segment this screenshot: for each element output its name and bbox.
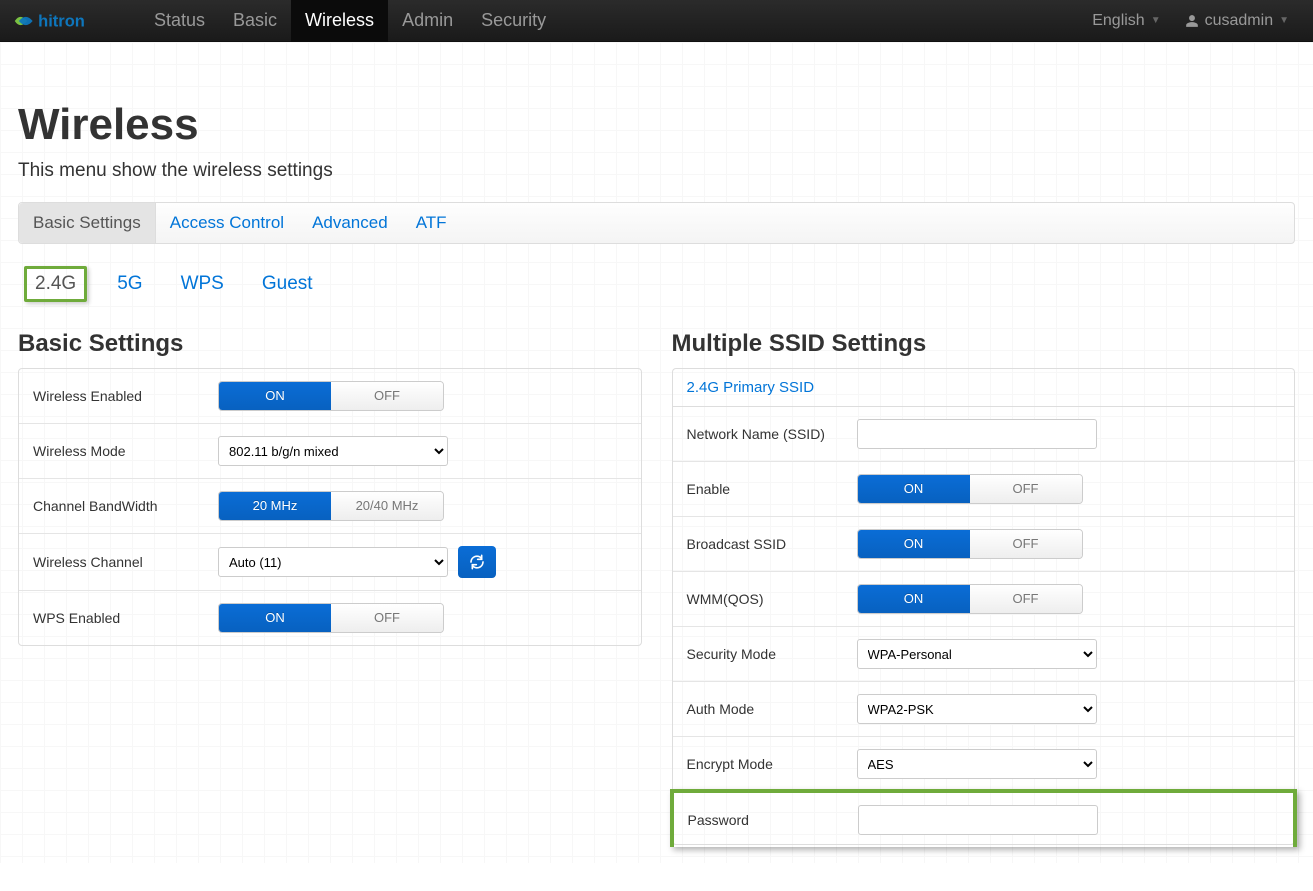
chevron-down-icon: ▼ [1151, 15, 1161, 26]
toggle-wireless-enabled[interactable]: ON OFF [218, 381, 444, 411]
toggle-wmm[interactable]: ON OFF [857, 584, 1083, 614]
row-wireless-enabled: Wireless Enabled ON OFF [19, 369, 641, 424]
toggle-on[interactable]: ON [219, 382, 331, 410]
user-label: cusadmin [1205, 12, 1273, 30]
opt-20mhz[interactable]: 20 MHz [219, 492, 331, 520]
label-wmm: WMM(QOS) [687, 591, 857, 607]
row-wmm: WMM(QOS) ON OFF [673, 572, 1295, 627]
row-enable: Enable ON OFF [673, 462, 1295, 517]
toggle-on[interactable]: ON [858, 585, 970, 613]
nav-wireless[interactable]: Wireless [291, 0, 388, 42]
ssid-settings-panel: Network Name (SSID) Enable ON OFF [672, 406, 1296, 845]
toggle-wps-enabled[interactable]: ON OFF [218, 603, 444, 633]
toggle-on[interactable]: ON [858, 475, 970, 503]
select-wireless-mode[interactable]: 802.11 b/g/n mixed [218, 436, 448, 466]
tab-wps[interactable]: WPS [173, 269, 232, 299]
page-subtitle: This menu show the wireless settings [18, 160, 1295, 182]
select-security-mode[interactable]: WPA-Personal [857, 639, 1097, 669]
label-wireless-channel: Wireless Channel [33, 554, 218, 570]
row-wireless-channel: Wireless Channel Auto (11) [19, 534, 641, 591]
tab-basic-settings[interactable]: Basic Settings [19, 203, 156, 243]
tab-5g[interactable]: 5G [109, 269, 150, 299]
toggle-enable[interactable]: ON OFF [857, 474, 1083, 504]
label-password: Password [688, 812, 858, 828]
toggle-off[interactable]: OFF [970, 530, 1082, 558]
basic-settings-panel: Wireless Enabled ON OFF Wireless Mode 80… [18, 368, 642, 646]
toggle-channel-bandwidth[interactable]: 20 MHz 20/40 MHz [218, 491, 444, 521]
nav-status[interactable]: Status [140, 0, 219, 42]
label-enable: Enable [687, 481, 857, 497]
label-wireless-mode: Wireless Mode [33, 443, 218, 459]
tab-guest[interactable]: Guest [254, 269, 321, 299]
tab-atf[interactable]: ATF [402, 203, 461, 243]
nav-items: Status Basic Wireless Admin Security [140, 0, 560, 42]
toggle-off[interactable]: OFF [970, 585, 1082, 613]
label-ssid: Network Name (SSID) [687, 426, 857, 442]
row-password: Password [670, 789, 1298, 847]
select-wireless-channel[interactable]: Auto (11) [218, 547, 448, 577]
row-wireless-mode: Wireless Mode 802.11 b/g/n mixed [19, 424, 641, 479]
ssid-settings-title: Multiple SSID Settings [672, 330, 1296, 358]
select-auth-mode[interactable]: WPA2-PSK [857, 694, 1097, 724]
row-encrypt-mode: Encrypt Mode AES [673, 737, 1295, 792]
nav-admin[interactable]: Admin [388, 0, 467, 42]
input-password[interactable] [858, 805, 1098, 835]
primary-ssid-link[interactable]: 2.4G Primary SSID [672, 368, 1296, 406]
label-auth-mode: Auth Mode [687, 701, 857, 717]
basic-settings-title: Basic Settings [18, 330, 642, 358]
label-encrypt-mode: Encrypt Mode [687, 756, 857, 772]
nav-security[interactable]: Security [467, 0, 560, 42]
user-icon [1185, 14, 1199, 28]
language-label: English [1092, 12, 1144, 30]
tabs-primary: Basic Settings Access Control Advanced A… [18, 202, 1295, 244]
tab-advanced[interactable]: Advanced [298, 203, 402, 243]
label-security-mode: Security Mode [687, 646, 857, 662]
toggle-off[interactable]: OFF [331, 382, 443, 410]
chevron-down-icon: ▼ [1279, 15, 1289, 26]
user-dropdown[interactable]: cusadmin ▼ [1173, 1, 1301, 41]
refresh-icon [469, 554, 485, 570]
toggle-broadcast[interactable]: ON OFF [857, 529, 1083, 559]
tabs-secondary: 2.4G 5G WPS Guest [18, 262, 1295, 306]
row-security-mode: Security Mode WPA-Personal [673, 627, 1295, 682]
row-channel-bandwidth: Channel BandWidth 20 MHz 20/40 MHz [19, 479, 641, 534]
page-title: Wireless [18, 100, 1295, 150]
language-dropdown[interactable]: English ▼ [1080, 1, 1172, 41]
label-broadcast: Broadcast SSID [687, 536, 857, 552]
tab-access-control[interactable]: Access Control [156, 203, 298, 243]
toggle-off[interactable]: OFF [970, 475, 1082, 503]
brand-text: hitron [38, 12, 85, 30]
brand-logo: hitron [12, 8, 122, 34]
top-navbar: hitron Status Basic Wireless Admin Secur… [0, 0, 1313, 42]
label-wps-enabled: WPS Enabled [33, 610, 218, 626]
row-auth-mode: Auth Mode WPA2-PSK [673, 682, 1295, 737]
row-ssid: Network Name (SSID) [673, 407, 1295, 462]
nav-basic[interactable]: Basic [219, 0, 291, 42]
select-encrypt-mode[interactable]: AES [857, 749, 1097, 779]
refresh-button[interactable] [458, 546, 496, 578]
row-wps-enabled: WPS Enabled ON OFF [19, 591, 641, 645]
opt-20-40mhz[interactable]: 20/40 MHz [331, 492, 443, 520]
row-broadcast: Broadcast SSID ON OFF [673, 517, 1295, 572]
toggle-on[interactable]: ON [858, 530, 970, 558]
label-channel-bandwidth: Channel BandWidth [33, 498, 218, 514]
toggle-on[interactable]: ON [219, 604, 331, 632]
toggle-off[interactable]: OFF [331, 604, 443, 632]
input-ssid[interactable] [857, 419, 1097, 449]
tab-2-4g[interactable]: 2.4G [24, 266, 87, 302]
label-wireless-enabled: Wireless Enabled [33, 388, 218, 404]
